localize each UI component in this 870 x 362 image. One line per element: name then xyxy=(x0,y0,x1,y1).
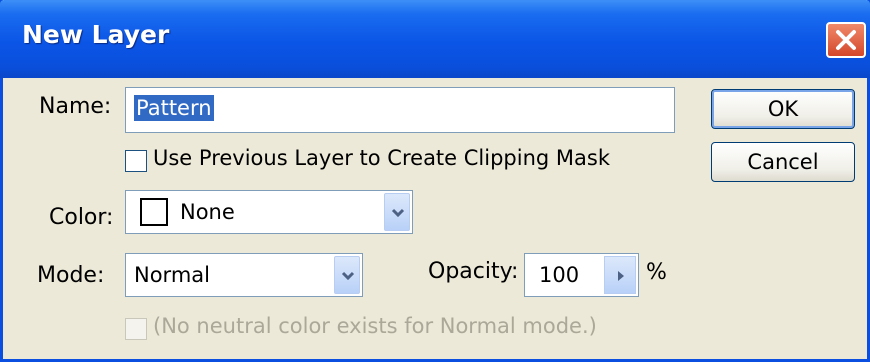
cancel-button[interactable]: Cancel xyxy=(711,142,855,182)
title-bar[interactable]: New Layer xyxy=(0,0,870,78)
name-input[interactable]: Pattern xyxy=(125,87,675,133)
mode-select[interactable]: Normal xyxy=(125,253,363,297)
mode-dropdown-arrow[interactable] xyxy=(334,256,360,294)
dialog-title: New Layer xyxy=(22,20,170,49)
ok-button[interactable]: OK xyxy=(711,89,855,129)
neutral-color-checkbox xyxy=(125,318,147,340)
new-layer-dialog: New Layer Name: Pattern Use Previous Lay… xyxy=(0,0,870,362)
mode-label: Mode: xyxy=(37,263,105,288)
clipping-mask-checkbox[interactable] xyxy=(125,150,147,172)
opacity-slider-button[interactable] xyxy=(604,256,636,294)
color-select[interactable]: None xyxy=(125,190,413,234)
name-value: Pattern xyxy=(134,95,214,121)
color-value: None xyxy=(180,200,235,224)
opacity-unit: % xyxy=(646,260,667,285)
chevron-down-icon xyxy=(391,208,405,218)
opacity-value: 100 xyxy=(539,263,580,287)
mode-value: Normal xyxy=(134,263,210,287)
chevron-right-icon xyxy=(618,271,624,281)
close-icon xyxy=(836,30,856,50)
neutral-color-label: (No neutral color exists for Normal mode… xyxy=(153,314,597,338)
color-dropdown-arrow[interactable] xyxy=(384,193,410,231)
chevron-down-icon xyxy=(341,271,355,281)
opacity-label: Opacity: xyxy=(428,259,519,284)
clipping-mask-label[interactable]: Use Previous Layer to Create Clipping Ma… xyxy=(153,146,610,170)
color-label: Color: xyxy=(49,205,114,230)
color-swatch xyxy=(140,198,168,226)
close-button[interactable] xyxy=(826,22,866,58)
name-label: Name: xyxy=(39,94,112,119)
opacity-input[interactable]: 100 xyxy=(524,253,639,297)
